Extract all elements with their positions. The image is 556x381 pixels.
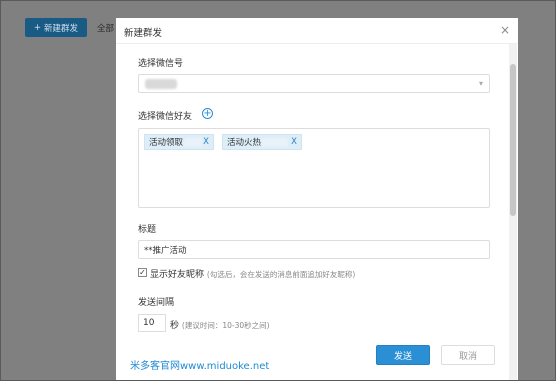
interval-hint: (建议时间：10-30秒之间) (181, 321, 270, 330)
cancel-button[interactable]: 取消 (441, 345, 495, 365)
interval-input[interactable] (138, 314, 166, 332)
new-broadcast-button[interactable]: + 新建群发 (25, 18, 87, 37)
friend-tag: 活动火热 X (222, 134, 302, 150)
send-interval-label: 发送间隔 (138, 298, 175, 308)
show-nickname-checkbox[interactable]: ✓ (138, 268, 147, 277)
new-broadcast-dialog: 新建群发 × 选择微信号 ▾ 选择微信好友 + 活动领取 X 活动火热 X 标题… (116, 18, 518, 381)
dialog-scrollbar[interactable] (509, 44, 517, 381)
selected-account-blurred (145, 79, 177, 89)
plus-icon: + (33, 22, 42, 33)
friend-tag: 活动领取 X (144, 134, 214, 150)
interval-unit: 秒 (170, 321, 180, 331)
new-broadcast-label: 新建群发 (44, 23, 79, 34)
wechat-friends-label: 选择微信好友 (138, 112, 193, 122)
add-friend-icon[interactable]: + (202, 108, 213, 119)
interval-unit-row: 秒 (建议时间：10-30秒之间) (170, 318, 270, 331)
tab-all[interactable]: 全部 (97, 22, 115, 34)
remove-friend-icon[interactable]: X (291, 137, 297, 147)
dialog-header: 新建群发 × (116, 18, 518, 44)
show-nickname-label: 显示好友昵称 (150, 270, 205, 280)
title-label: 标题 (138, 225, 157, 235)
wechat-account-select[interactable]: ▾ (138, 74, 490, 93)
friend-tag-label: 活动领取 (149, 138, 184, 148)
show-nickname-hint: (勾选后，会在发送的消息前面追加好友昵称) (206, 270, 356, 279)
chevron-down-icon: ▾ (478, 79, 483, 88)
selected-friends-box[interactable]: 活动领取 X 活动火热 X (138, 128, 490, 208)
show-nickname-option: 显示好友昵称 (勾选后，会在发送的消息前面追加好友昵称) (150, 267, 355, 280)
remove-friend-icon[interactable]: X (203, 137, 209, 147)
wechat-account-label: 选择微信号 (138, 59, 184, 69)
scrollbar-thumb[interactable] (510, 64, 516, 216)
dialog-title: 新建群发 (124, 28, 163, 39)
title-input[interactable] (138, 240, 490, 259)
send-button[interactable]: 发送 (376, 345, 430, 365)
close-icon[interactable]: × (500, 23, 510, 37)
watermark: 米多客官网www.miduoke.net (130, 361, 270, 372)
friend-tag-label: 活动火热 (227, 138, 262, 148)
